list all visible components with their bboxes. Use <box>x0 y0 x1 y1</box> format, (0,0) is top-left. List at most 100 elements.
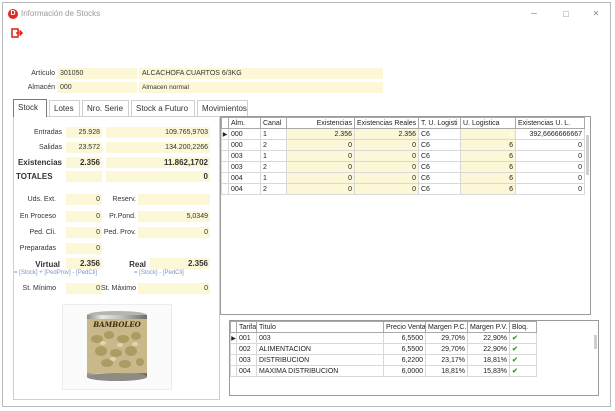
stock-grid-cell[interactable]: 0 <box>515 172 585 184</box>
stock-grid-cell[interactable]: 1 <box>260 150 287 162</box>
stock-grid-cell[interactable]: 0 <box>354 139 419 151</box>
price-grid-cell[interactable]: 18,81% <box>467 354 510 366</box>
stock-grid-cell[interactable]: 004 <box>228 172 261 184</box>
col-header-tu-logistica[interactable]: T. U. Logisti <box>418 117 461 129</box>
stock-grid-cell[interactable]: 0 <box>515 161 585 173</box>
bloq-check-icon[interactable]: ✔ <box>509 365 537 377</box>
price-grid-cell[interactable]: 18,81% <box>425 365 468 377</box>
price-grid-cell[interactable]: 22,90% <box>467 332 510 344</box>
col-header-tarifa[interactable]: Tarifa <box>236 321 257 333</box>
stock-grid-cell[interactable]: 392,6666666667 <box>515 128 585 140</box>
stock-grid-cell[interactable]: 003 <box>228 150 261 162</box>
stock-grid-cell[interactable]: 0 <box>286 150 355 162</box>
price-grid[interactable]: Tarifa Titulo Precio Venta Margen P.C. M… <box>229 320 599 396</box>
close-button[interactable]: ✕ <box>585 6 607 22</box>
minimize-button[interactable]: – <box>523 6 545 22</box>
price-grid-cell[interactable]: 6,0000 <box>383 365 426 377</box>
tab-lotes[interactable]: Lotes <box>49 100 80 116</box>
price-grid-cell[interactable]: 004 <box>236 365 257 377</box>
price-grid-row[interactable]: ▶ 001 003 6,5500 29,70% 22,90% ✔ <box>230 332 537 344</box>
price-grid-cell[interactable]: 003 <box>256 332 384 344</box>
stock-grid-row[interactable]: 000 2 0 0 C6 6 0 <box>221 139 585 151</box>
articulo-code-field[interactable]: 301050 <box>57 68 137 79</box>
col-header-existencias-ul[interactable]: Existencias U. L. <box>515 117 585 129</box>
col-header-titulo[interactable]: Titulo <box>256 321 384 333</box>
tab-stock-a-futuro[interactable]: Stock a Futuro <box>131 100 195 116</box>
stock-grid-cell[interactable]: 2.356 <box>354 128 419 140</box>
col-header-canal[interactable]: Canal <box>260 117 287 129</box>
stock-grid-cell[interactable]: 1 <box>260 172 287 184</box>
col-header-alm[interactable]: Alm. <box>228 117 261 129</box>
stock-grid-cell[interactable]: C6 <box>418 161 461 173</box>
stock-grid-row[interactable]: 003 2 0 0 C6 6 0 <box>221 161 585 173</box>
price-grid-row[interactable]: 003 DISTRIBUCION 6,2200 23,17% 18,81% ✔ <box>230 354 537 366</box>
price-grid-cell[interactable]: 6,2200 <box>383 354 426 366</box>
price-grid-cell[interactable]: 002 <box>236 343 257 355</box>
stock-grid-cell[interactable]: C6 <box>418 183 461 195</box>
price-grid-cell[interactable]: 22,90% <box>467 343 510 355</box>
maximize-button[interactable]: □ <box>555 6 577 22</box>
col-header-u-logistica[interactable]: U. Logistica <box>460 117 516 129</box>
tab-movimientos[interactable]: Movimientos <box>197 100 248 116</box>
price-grid-cell[interactable]: 003 <box>236 354 257 366</box>
tab-stock[interactable]: Stock <box>13 99 47 117</box>
stock-grid-cell[interactable]: 6 <box>460 139 516 151</box>
col-header-precio-venta[interactable]: Precio Venta <box>383 321 426 333</box>
stock-grid-cell[interactable]: 6 <box>460 161 516 173</box>
col-header-margen-pv[interactable]: Margen P.V. <box>467 321 510 333</box>
stock-grid-cell[interactable]: 000 <box>228 128 261 140</box>
stock-grid-cell[interactable]: 0 <box>515 150 585 162</box>
stock-grid-cell[interactable]: 2 <box>260 183 287 195</box>
stock-grid-cell[interactable]: 1 <box>260 128 287 140</box>
stock-grid-cell[interactable]: 0 <box>515 139 585 151</box>
price-grid-cell[interactable]: 6,5500 <box>383 343 426 355</box>
stock-grid-row[interactable]: 003 1 0 0 C6 6 0 <box>221 150 585 162</box>
price-grid-cell[interactable]: DISTRIBUCION <box>256 354 384 366</box>
almacen-code-field[interactable]: 000 <box>57 82 137 93</box>
bloq-check-icon[interactable]: ✔ <box>509 332 537 344</box>
stock-grid-cell[interactable]: 0 <box>354 150 419 162</box>
stock-grid-cell[interactable]: C6 <box>418 139 461 151</box>
tab-nro-serie[interactable]: Nro. Serie <box>82 100 129 116</box>
price-grid-cell[interactable]: 15,83% <box>467 365 510 377</box>
stock-grid-cell[interactable]: 2 <box>260 139 287 151</box>
stock-grid-cell[interactable]: 0 <box>515 183 585 195</box>
bloq-check-icon[interactable]: ✔ <box>509 354 537 366</box>
stock-grid-cell[interactable]: 6 <box>460 183 516 195</box>
stock-grid-cell[interactable]: 0 <box>354 161 419 173</box>
price-grid-row[interactable]: 002 ALIMENTACION 6,5500 29,70% 22,90% ✔ <box>230 343 537 355</box>
price-grid-cell[interactable]: 001 <box>236 332 257 344</box>
stock-grid-cell[interactable]: C6 <box>418 150 461 162</box>
stock-grid-cell[interactable]: 0 <box>354 183 419 195</box>
stock-grid-cell[interactable]: 003 <box>228 161 261 173</box>
col-header-existencias-reales[interactable]: Existencias Reales <box>354 117 419 129</box>
price-grid-cell[interactable]: MAXIMA DISTRIBUCION <box>256 365 384 377</box>
price-grid-cell[interactable]: 29,70% <box>425 332 468 344</box>
stock-grid-cell[interactable]: 0 <box>286 139 355 151</box>
stock-grid-row[interactable]: 004 2 0 0 C6 6 0 <box>221 183 585 195</box>
stock-grid-cell[interactable]: 0 <box>286 183 355 195</box>
price-grid-cell[interactable]: 6,5500 <box>383 332 426 344</box>
stock-grid-cell[interactable]: 2 <box>260 161 287 173</box>
stock-grid-cell[interactable]: 000 <box>228 139 261 151</box>
stock-grid-cell[interactable]: 0 <box>286 172 355 184</box>
stock-grid-cell[interactable]: 6 <box>460 150 516 162</box>
stock-grid-cell[interactable]: 0 <box>286 161 355 173</box>
price-grid-row[interactable]: 004 MAXIMA DISTRIBUCION 6,0000 18,81% 15,83%… <box>230 365 537 377</box>
stock-grid-cell[interactable]: 004 <box>228 183 261 195</box>
stock-grid-cell[interactable]: 0 <box>354 172 419 184</box>
stock-grid-cell[interactable]: C6 <box>418 128 461 140</box>
col-header-existencias[interactable]: Existencias <box>286 117 355 129</box>
stock-grid-cell[interactable]: 6 <box>460 128 516 140</box>
stock-grid-cell[interactable]: 2.356 <box>286 128 355 140</box>
stock-grid-cell[interactable]: 6 <box>460 172 516 184</box>
stock-grid[interactable]: Alm. Canal Existencias Existencias Reale… <box>220 116 591 315</box>
stock-grid-row[interactable]: ▶ 000 1 2.356 2.356 C6 6 392,6666666667 <box>221 128 585 140</box>
bloq-check-icon[interactable]: ✔ <box>509 343 537 355</box>
stock-grid-cell[interactable]: C6 <box>418 172 461 184</box>
stock-grid-scrollbar[interactable] <box>586 135 589 175</box>
price-grid-cell[interactable]: 23,17% <box>425 354 468 366</box>
exit-icon[interactable] <box>11 27 23 39</box>
price-grid-cell[interactable]: 29,70% <box>425 343 468 355</box>
col-header-margen-pc[interactable]: Margen P.C. <box>425 321 468 333</box>
